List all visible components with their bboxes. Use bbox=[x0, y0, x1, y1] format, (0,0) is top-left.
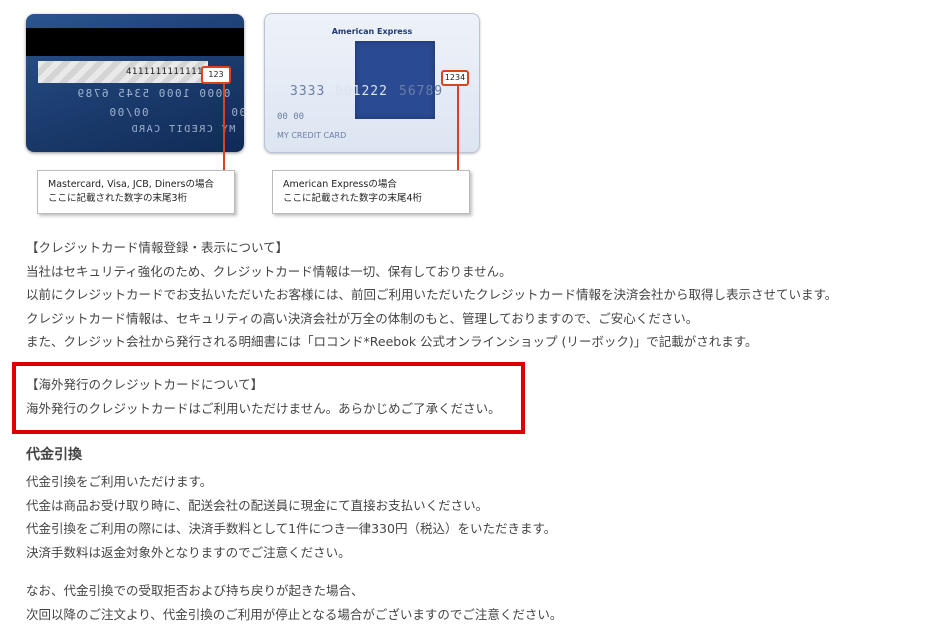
cod-note-line: なお、代金引換での受取拒否および持ち戻りが起きた場合、 bbox=[26, 583, 364, 598]
amex-number-part-3: 56789 bbox=[399, 84, 444, 99]
arrow-line-amex bbox=[457, 84, 459, 173]
cvv-highlight: 123 bbox=[201, 66, 231, 84]
magnetic-stripe bbox=[26, 28, 244, 56]
callout-amex-line1: American Expressの場合 bbox=[283, 179, 397, 190]
amex-card-image: American Express 3333 001222 56789 1234 … bbox=[264, 13, 480, 153]
cod-title: 代金引換 bbox=[26, 447, 82, 463]
registration-section: 【クレジットカード情報登録・表示について】 当社はセキュリティ強化のため、クレジ… bbox=[26, 236, 837, 354]
embossed-name: MY CREDIT CARD bbox=[130, 124, 236, 135]
cod-note-line: 次回以降のご注文より、代金引換のご利用が停止となる場合がございますのでご注意くだ… bbox=[26, 606, 563, 622]
overseas-section: 【海外発行のクレジットカードについて】 海外発行のクレジットカードはご利用いただ… bbox=[26, 373, 501, 420]
callout-visa-line1: Mastercard, Visa, JCB, Dinersの場合 bbox=[48, 179, 214, 190]
amex-card-label: MY CREDIT CARD bbox=[277, 131, 347, 140]
amex-expiry: 00 00 bbox=[277, 112, 305, 122]
registration-heading: 【クレジットカード情報登録・表示について】 bbox=[26, 240, 289, 255]
cid-highlight: 1234 bbox=[441, 70, 469, 86]
registration-line: クレジットカード情報は、セキュリティの高い決済会社が万全の体制のもと、管理してお… bbox=[26, 310, 699, 326]
arrow-line-visa bbox=[223, 82, 225, 174]
amex-number-part-2: 001222 bbox=[335, 84, 388, 99]
embossed-number: 0000 1000 5345 6789 bbox=[76, 87, 231, 100]
registration-line: また、クレジット会社から発行される明細書には「ロコンド*Reebok 公式オンラ… bbox=[26, 334, 758, 349]
card-back-image: 4111111111111111 123 0000 1000 5345 6789… bbox=[26, 14, 244, 152]
amex-number-part-1: 3333 bbox=[290, 84, 326, 99]
amex-center-panel bbox=[355, 41, 435, 119]
amex-brand: American Express bbox=[331, 27, 413, 36]
cod-line: 代金引換をご利用いただけます。 bbox=[26, 474, 213, 489]
callout-amex-line2: ここに記載された数字の末尾4桁 bbox=[283, 193, 423, 204]
cod-note-section: なお、代金引換での受取拒否および持ち戻りが起きた場合、 次回以降のご注文より、代… bbox=[26, 579, 562, 626]
overseas-line: 海外発行のクレジットカードはご利用いただけません。あらかじめご了承ください。 bbox=[26, 400, 501, 416]
callout-amex: American Expressの場合 ここに記載された数字の末尾4桁 bbox=[272, 170, 470, 214]
cod-section: 代金引換をご利用いただけます。 代金は商品お受け取り時に、配送会社の配送員に現金… bbox=[26, 470, 556, 564]
callout-visa-line2: ここに記載された数字の末尾3桁 bbox=[48, 193, 188, 204]
registration-line: 以前にクレジットカードでお支払いただいたお客様には、前回ご利用いただいたクレジッ… bbox=[26, 287, 838, 302]
overseas-heading: 【海外発行のクレジットカードについて】 bbox=[26, 377, 264, 392]
callout-visa: Mastercard, Visa, JCB, Dinersの場合 ここに記載され… bbox=[37, 170, 235, 214]
cod-line: 決済手数料は返金対象外となりますのでご注意ください。 bbox=[26, 544, 351, 560]
registration-line: 当社はセキュリティ強化のため、クレジットカード情報は一切、保有しておりません。 bbox=[26, 263, 512, 279]
cod-line: 代金は商品お受け取り時に、配送会社の配送員に現金にて直接お支払いください。 bbox=[26, 497, 489, 513]
cod-line: 代金引換をご利用の際には、決済手数料として1件につき一律330円（税込）をいただ… bbox=[26, 521, 557, 536]
